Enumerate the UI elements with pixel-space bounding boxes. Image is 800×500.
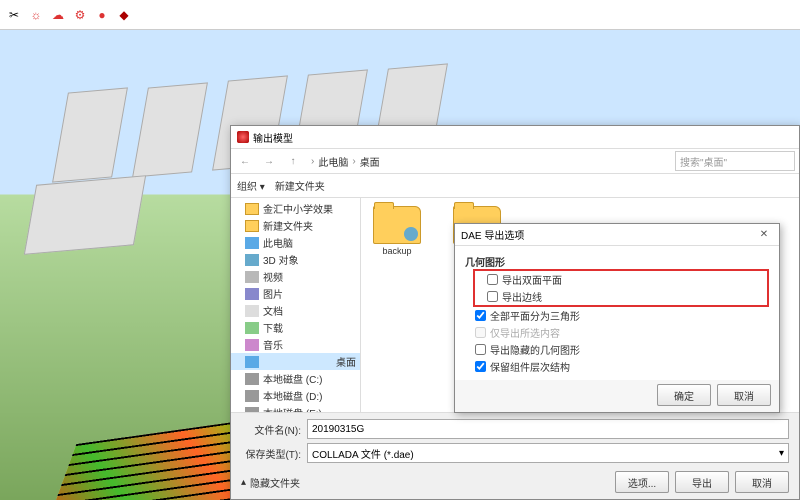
tree-item[interactable]: 文档 bbox=[231, 302, 360, 319]
building bbox=[24, 175, 146, 255]
tree-item[interactable]: 本地磁盘 (E:) bbox=[231, 404, 360, 412]
building bbox=[132, 82, 208, 177]
hide-folders-link[interactable]: ▴ 隐藏文件夹 bbox=[241, 475, 300, 490]
tree-item[interactable]: 本地磁盘 (C:) bbox=[231, 370, 360, 387]
tree-item[interactable]: 音乐 bbox=[231, 336, 360, 353]
tool-icon-6[interactable]: ◆ bbox=[116, 7, 132, 23]
options-cancel-button[interactable]: 取消 bbox=[717, 384, 771, 406]
options-title: DAE 导出选项 bbox=[461, 227, 524, 242]
savetype-label: 保存类型(T): bbox=[241, 446, 301, 461]
chk-selection-only: 仅导出所选内容 bbox=[465, 324, 769, 341]
breadcrumb[interactable]: › 此电脑 › 桌面 bbox=[307, 154, 671, 169]
tree-item[interactable]: 视频 bbox=[231, 268, 360, 285]
highlighted-options: 导出双面平面 导出边线 bbox=[473, 269, 769, 307]
tree-item[interactable]: 新建文件夹 bbox=[231, 217, 360, 234]
building bbox=[52, 87, 128, 182]
nav-bar: ← → ↑ › 此电脑 › 桌面 搜索"桌面" bbox=[231, 148, 799, 174]
options-button[interactable]: 选项... bbox=[615, 471, 669, 493]
tree-item[interactable]: 本地磁盘 (D:) bbox=[231, 387, 360, 404]
tree-item[interactable]: 下载 bbox=[231, 319, 360, 336]
savetype-select[interactable]: COLLADA 文件 (*.dae)▾ bbox=[307, 443, 789, 463]
organize-menu[interactable]: 组织 ▾ bbox=[237, 178, 265, 193]
tree-item[interactable]: 图片 bbox=[231, 285, 360, 302]
chk-preserve-hierarchy[interactable]: 保留组件层次结构 bbox=[465, 358, 769, 375]
folder-item[interactable]: backup bbox=[369, 206, 425, 256]
crumb-pc[interactable]: 此电脑 bbox=[318, 154, 348, 169]
dialog-toolbar: 组织 ▾ 新建文件夹 bbox=[231, 174, 799, 198]
tool-icon-3[interactable]: ☁ bbox=[50, 7, 66, 23]
chk-export-faces[interactable]: 导出双面平面 bbox=[477, 271, 765, 288]
cancel-button[interactable]: 取消 bbox=[735, 471, 789, 493]
group-geometry: 几何图形 bbox=[465, 254, 769, 269]
nav-up-button[interactable]: ↑ bbox=[283, 151, 303, 171]
dae-options-dialog: DAE 导出选项 ✕ 几何图形 导出双面平面 导出边线 全部平面分为三角形 仅导… bbox=[454, 223, 780, 413]
filename-input[interactable] bbox=[307, 419, 789, 439]
newfolder-button[interactable]: 新建文件夹 bbox=[275, 178, 325, 193]
options-ok-button[interactable]: 确定 bbox=[657, 384, 711, 406]
nav-fwd-button[interactable]: → bbox=[259, 151, 279, 171]
app-icon bbox=[237, 131, 249, 143]
chk-triangulate[interactable]: 全部平面分为三角形 bbox=[465, 307, 769, 324]
chk-export-edges[interactable]: 导出边线 bbox=[477, 288, 765, 305]
tree-item[interactable]: 此电脑 bbox=[231, 234, 360, 251]
tree-item[interactable]: 桌面 bbox=[231, 353, 360, 370]
crumb-desktop[interactable]: 桌面 bbox=[360, 154, 380, 169]
main-toolbar: ✂ ☼ ☁ ⚙ ● ◆ bbox=[0, 0, 800, 30]
tree-item[interactable]: 3D 对象 bbox=[231, 251, 360, 268]
export-button[interactable]: 导出 bbox=[675, 471, 729, 493]
dialog-titlebar: 输出模型 bbox=[231, 126, 799, 148]
tool-icon-5[interactable]: ● bbox=[94, 7, 110, 23]
search-input[interactable]: 搜索"桌面" bbox=[675, 151, 795, 171]
tool-icon-4[interactable]: ⚙ bbox=[72, 7, 88, 23]
chk-export-hidden[interactable]: 导出隐藏的几何图形 bbox=[465, 341, 769, 358]
nav-tree[interactable]: 金汇中小学效果新建文件夹此电脑3D 对象视频图片文档下载音乐桌面本地磁盘 (C:… bbox=[231, 198, 361, 412]
folder-icon bbox=[373, 206, 421, 244]
tool-icon-2[interactable]: ☼ bbox=[28, 7, 44, 23]
dialog-title: 输出模型 bbox=[253, 130, 293, 145]
filename-label: 文件名(N): bbox=[241, 422, 301, 437]
tool-icon-1[interactable]: ✂ bbox=[6, 7, 22, 23]
nav-back-button[interactable]: ← bbox=[235, 151, 255, 171]
close-icon[interactable]: ✕ bbox=[755, 229, 773, 240]
tree-item[interactable]: 金汇中小学效果 bbox=[231, 200, 360, 217]
